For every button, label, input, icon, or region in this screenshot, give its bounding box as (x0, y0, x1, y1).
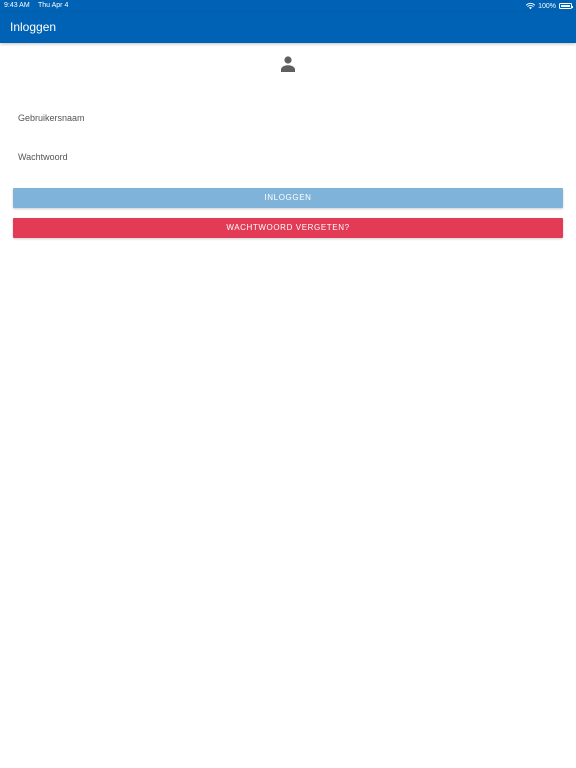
password-input[interactable] (13, 147, 567, 171)
status-bar: 9:43 AM Thu Apr 4 100% (0, 0, 576, 12)
password-field[interactable]: Wachtwoord (13, 147, 567, 171)
login-button[interactable]: INLOGGEN (13, 188, 563, 208)
login-screen: 9:43 AM Thu Apr 4 100% Inloggen Gebruike… (0, 0, 576, 768)
person-icon (281, 56, 295, 72)
battery-tip (572, 5, 573, 8)
forgot-password-button[interactable]: WACHTWOORD VERGETEN? (13, 218, 563, 238)
battery-level (561, 5, 570, 7)
app-bar: Inloggen (0, 12, 576, 43)
status-time: 9:43 AM (4, 2, 30, 9)
battery-icon (559, 3, 573, 9)
username-field[interactable]: Gebruikersnaam (13, 108, 567, 132)
status-date: Thu Apr 4 (38, 2, 69, 9)
username-input[interactable] (13, 108, 567, 132)
battery-percentage: 100% (538, 2, 556, 10)
wifi-icon (526, 2, 536, 10)
status-indicators: 100% (526, 1, 573, 11)
page-title: Inloggen (10, 20, 57, 34)
